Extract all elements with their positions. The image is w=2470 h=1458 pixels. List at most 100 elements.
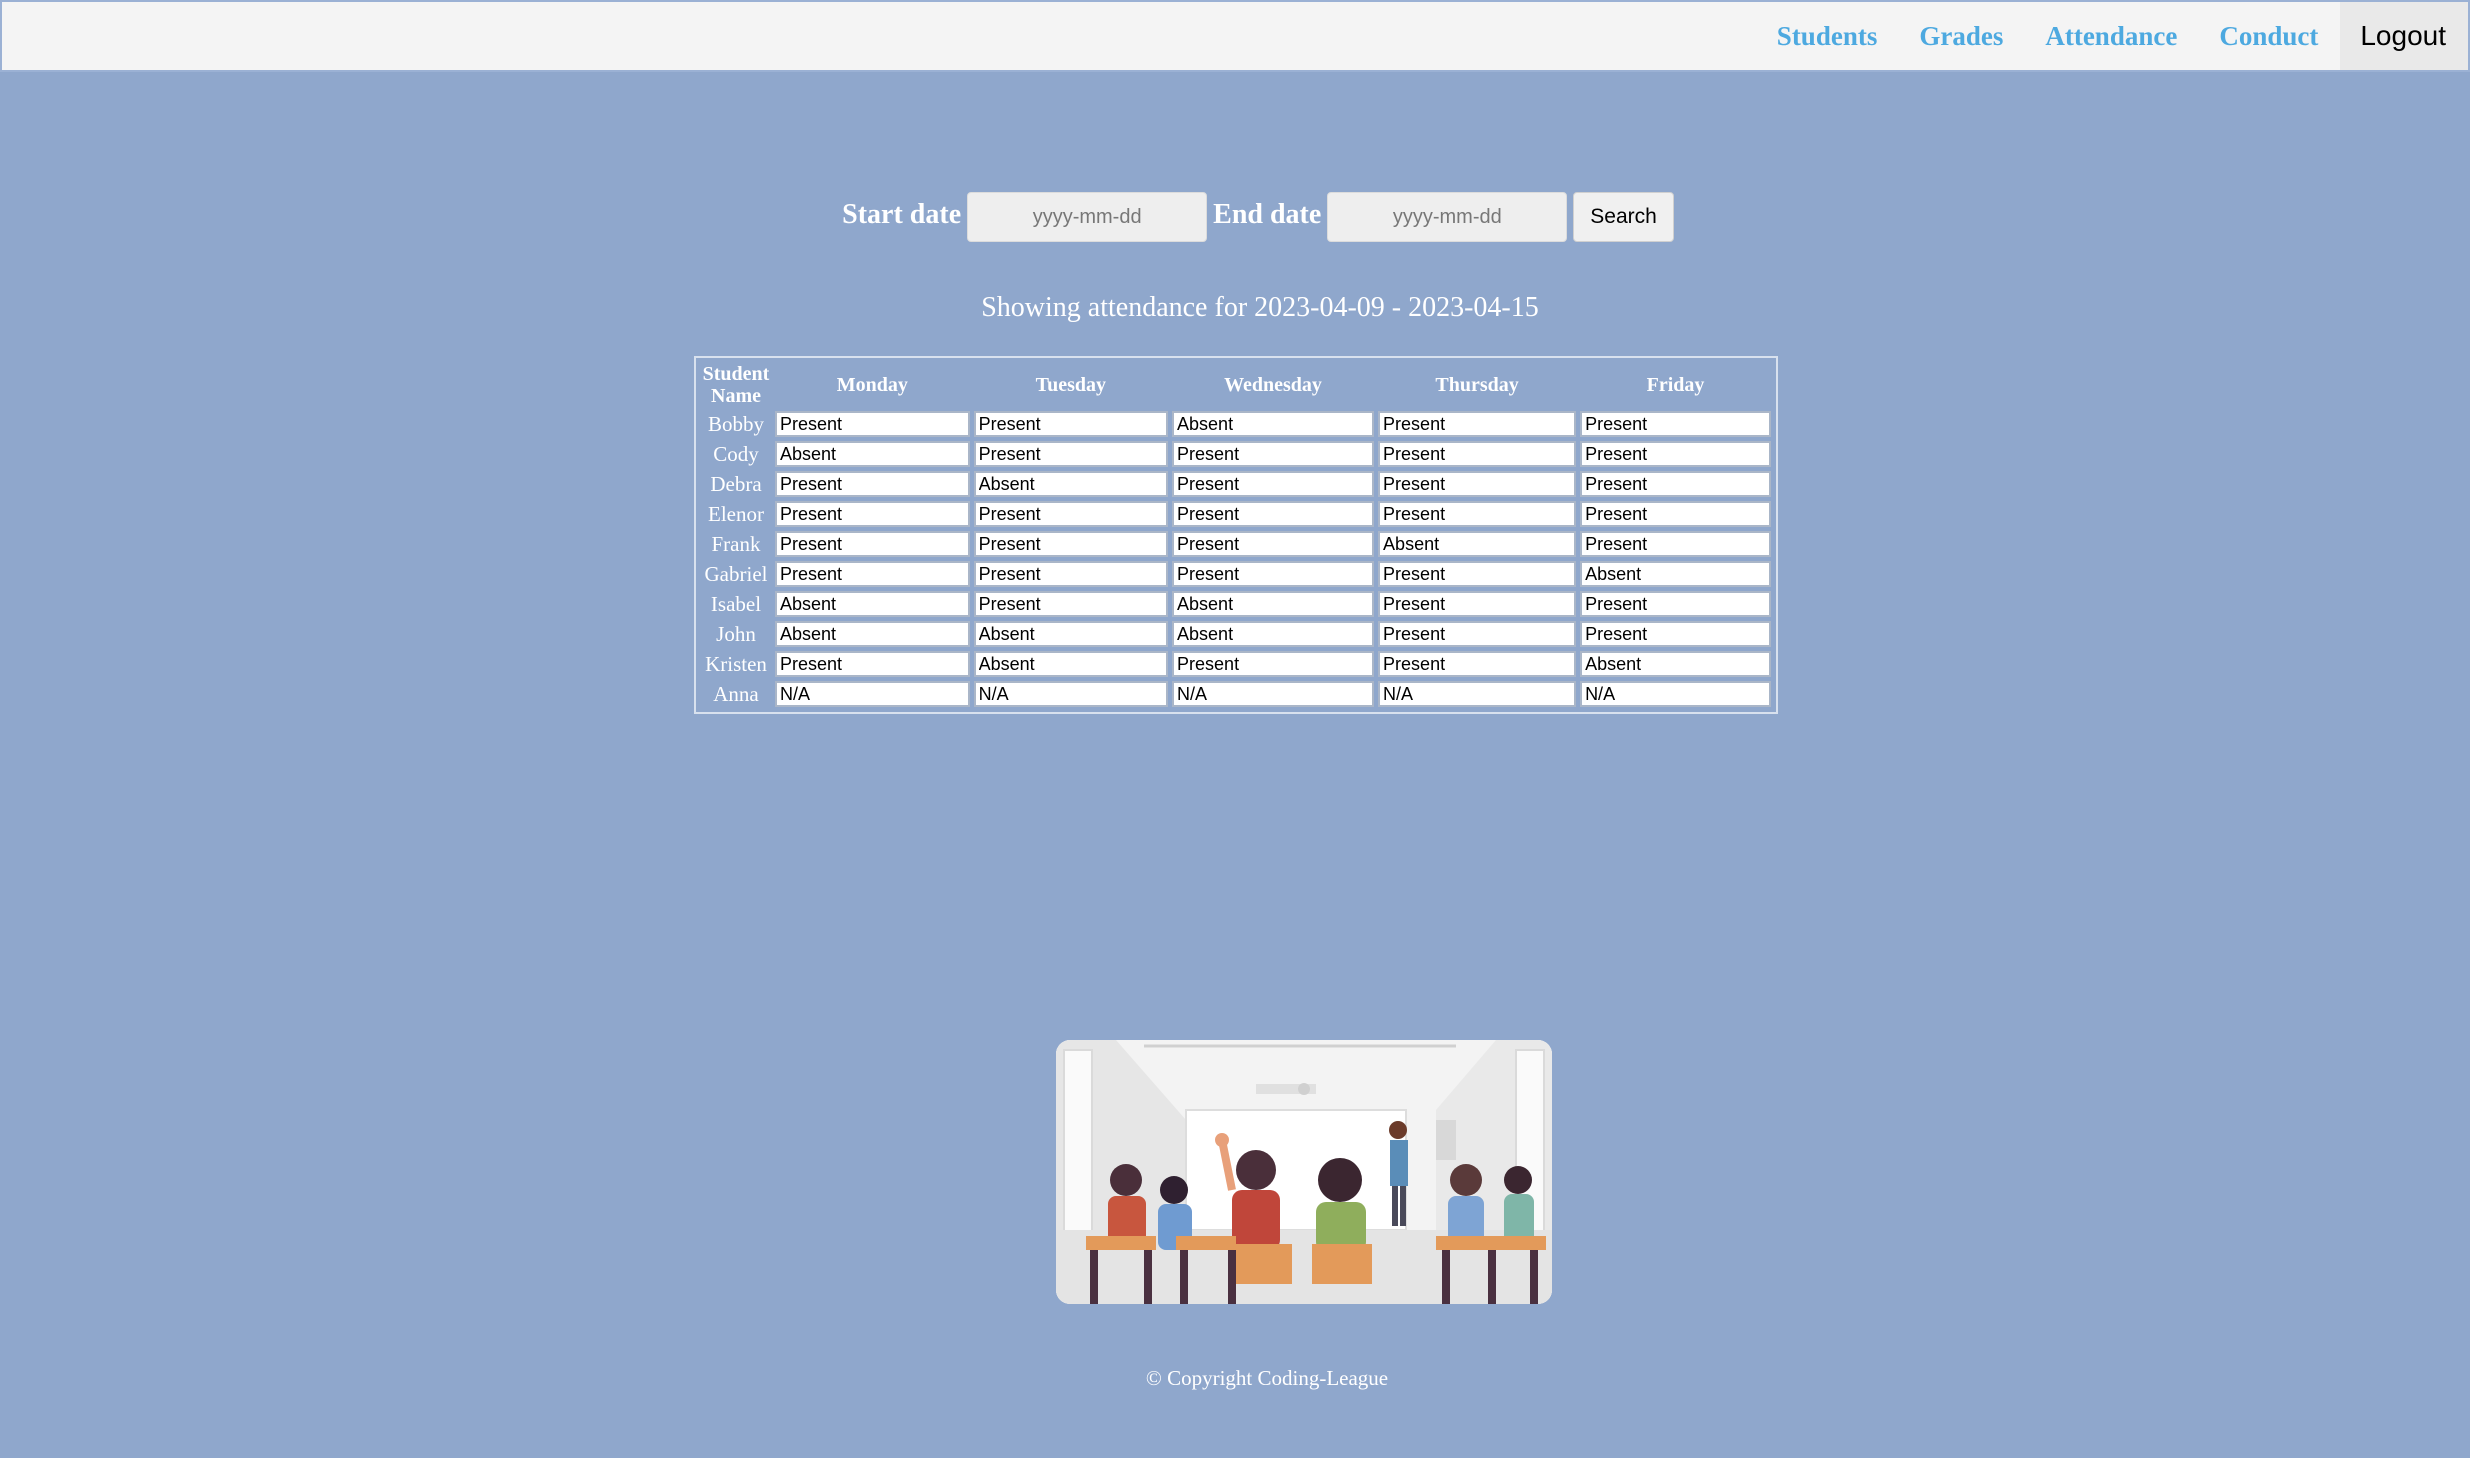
attendance-status-input[interactable] [1378,561,1577,587]
attendance-cell [775,531,970,557]
attendance-status-input[interactable] [973,441,1169,467]
attendance-cell [775,501,970,527]
attendance-status-input[interactable] [1378,411,1577,437]
attendance-status-input[interactable] [1580,561,1771,587]
attendance-status-input[interactable] [775,411,970,437]
attendance-status-input[interactable] [973,591,1169,617]
attendance-status-input[interactable] [1172,531,1375,557]
attendance-status-input[interactable] [1378,591,1577,617]
nav-link-conduct[interactable]: Conduct [2219,21,2318,52]
attendance-cell [1172,531,1375,557]
attendance-status-input[interactable] [1580,531,1771,557]
attendance-table-container: Student Name Monday Tuesday Wednesday Th… [694,356,1778,714]
attendance-cell [775,591,970,617]
attendance-status-input[interactable] [1580,471,1771,497]
attendance-cell [1378,621,1577,647]
attendance-cell [1378,591,1577,617]
end-date-label: End date [1213,199,1322,230]
attendance-status-input[interactable] [1172,681,1375,707]
search-button[interactable]: Search [1573,192,1674,242]
attendance-status-input[interactable] [973,531,1169,557]
table-row: Cody [701,441,1771,467]
attendance-status-input[interactable] [1580,681,1771,707]
start-date-input[interactable] [967,192,1208,242]
attendance-status-input[interactable] [1378,501,1577,527]
attendance-status-input[interactable] [775,531,970,557]
attendance-status-input[interactable] [1378,531,1577,557]
attendance-status-input[interactable] [1580,411,1771,437]
attendance-status-input[interactable] [1172,411,1375,437]
attendance-cell [973,621,1169,647]
attendance-status-input[interactable] [1172,441,1375,467]
nav-link-attendance[interactable]: Attendance [2045,21,2177,52]
attendance-cell [973,531,1169,557]
student-name-cell: Gabriel [704,561,768,586]
table-row: Anna [701,681,1771,707]
header-thursday: Thursday [1435,374,1519,396]
attendance-status-input[interactable] [775,561,970,587]
attendance-status-input[interactable] [973,501,1169,527]
date-search-form: Start date End date Search [0,192,2470,242]
end-date-input[interactable] [1327,192,1568,242]
attendance-status-input[interactable] [1378,441,1577,467]
student-name-cell: Elenor [708,501,764,526]
attendance-cell [775,621,970,647]
attendance-cell [973,501,1169,527]
attendance-status-input[interactable] [1172,471,1375,497]
attendance-status-input[interactable] [1378,471,1577,497]
attendance-status-input[interactable] [1172,561,1375,587]
attendance-cell [1580,531,1771,557]
header-monday: Monday [836,374,908,396]
nav-link-grades[interactable]: Grades [1919,21,2003,52]
classroom-image-icon [1056,1040,1552,1304]
attendance-cell [973,471,1169,497]
attendance-cell [1378,561,1577,587]
table-row: Isabel [701,591,1771,617]
attendance-status-input[interactable] [1172,621,1375,647]
attendance-cell [1378,531,1577,557]
attendance-status-input[interactable] [775,471,970,497]
attendance-status-input[interactable] [775,651,970,677]
attendance-status-input[interactable] [973,471,1169,497]
attendance-status-input[interactable] [1378,681,1577,707]
attendance-status-input[interactable] [775,441,970,467]
attendance-cell [1172,441,1375,467]
nav-link-students[interactable]: Students [1777,21,1878,52]
table-row: Debra [701,471,1771,497]
attendance-status-input[interactable] [973,411,1169,437]
attendance-status-input[interactable] [1580,591,1771,617]
attendance-status-input[interactable] [1580,651,1771,677]
attendance-range-heading: Showing attendance for 2023-04-09 - 2023… [981,292,1539,323]
attendance-status-input[interactable] [1580,501,1771,527]
attendance-status-input[interactable] [973,561,1169,587]
attendance-cell [1580,681,1771,707]
attendance-status-input[interactable] [1378,651,1577,677]
attendance-status-input[interactable] [1580,441,1771,467]
attendance-status-input[interactable] [1580,621,1771,647]
attendance-status-input[interactable] [1172,501,1375,527]
attendance-status-input[interactable] [775,681,970,707]
attendance-status-input[interactable] [1172,591,1375,617]
attendance-status-input[interactable] [775,501,970,527]
attendance-cell [1378,471,1577,497]
attendance-status-input[interactable] [973,651,1169,677]
attendance-cell [775,411,970,437]
table-row: Gabriel [701,561,1771,587]
attendance-cell [1580,621,1771,647]
student-name-cell: Cody [713,441,759,466]
attendance-cell [1580,591,1771,617]
attendance-status-input[interactable] [775,621,970,647]
attendance-status-input[interactable] [1172,651,1375,677]
student-name-cell: Anna [713,681,759,706]
attendance-cell [1172,411,1375,437]
student-name-cell: Isabel [710,591,762,616]
logout-button[interactable]: Logout [2340,2,2468,70]
attendance-status-input[interactable] [1378,621,1577,647]
attendance-status-input[interactable] [775,591,970,617]
top-navbar: Students Grades Attendance Conduct Logou… [0,0,2470,72]
attendance-status-input[interactable] [973,621,1169,647]
attendance-cell [973,591,1169,617]
attendance-status-input[interactable] [973,681,1169,707]
student-name-cell: Kristen [705,651,767,676]
attendance-cell [775,471,970,497]
